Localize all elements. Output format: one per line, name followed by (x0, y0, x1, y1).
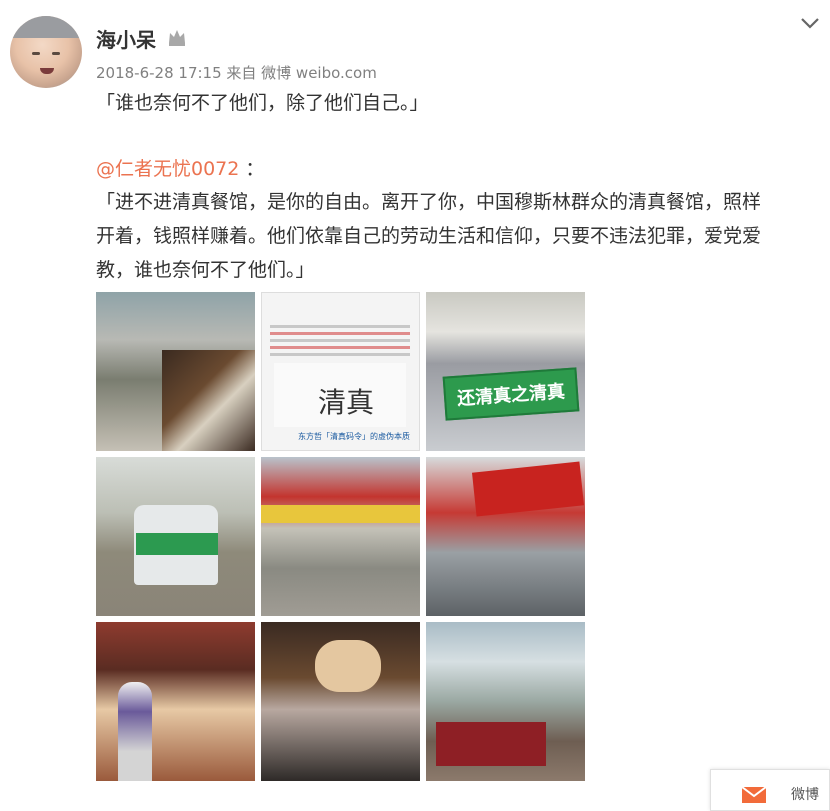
avatar-eye (52, 52, 60, 55)
floating-message-bar[interactable]: 微博 (710, 769, 830, 811)
mail-icon (741, 786, 767, 803)
username[interactable]: 海小呆 (96, 24, 156, 53)
photo-grid: 清真 东方哲「清真码令」的虚伪本质 还清真之清真 (96, 292, 585, 781)
person-shape (118, 682, 152, 781)
post-meta: 2018-6-28 17:15 来自 微博 weibo.com (96, 64, 377, 82)
banner-text: 还清真之清真 (442, 367, 580, 421)
photo-thumbnail[interactable] (261, 457, 420, 616)
mention-line: @仁者无忧0072 ： (96, 152, 264, 186)
post-text: 「谁也奈何不了他们，除了他们自己。」 (96, 92, 429, 114)
shop-sign (471, 461, 585, 517)
avatar-hair (10, 16, 82, 38)
photo-thumbnail[interactable] (96, 292, 255, 451)
shop-sign (261, 505, 420, 523)
mention-link[interactable]: @仁者无忧0072 (96, 158, 239, 180)
photo-thumbnail[interactable] (96, 622, 255, 781)
avatar[interactable] (10, 16, 82, 88)
float-bar-label: 微博 (791, 787, 819, 803)
avatar-eye (32, 52, 40, 55)
crown-icon[interactable] (166, 27, 188, 47)
word-cloud-main: 清真 (318, 386, 375, 419)
text-lines (270, 321, 410, 360)
quoted-text: 「进不进清真餐馆，是你的自由。离开了你，中国穆斯林群众的清真餐馆，照样 开着，钱… (96, 185, 816, 287)
photo-thumbnail[interactable]: 清真 东方哲「清真码令」的虚伪本质 (261, 292, 420, 451)
quoted-line: 「进不进清真餐馆，是你的自由。离开了你，中国穆斯林群众的清真餐馆，照样 (96, 191, 762, 213)
quoted-line: 开着，钱照样赚着。他们依靠自己的劳动生活和信仰，只要不违法犯罪，爱党爱 (96, 225, 762, 247)
mention-colon: ： (245, 158, 265, 180)
photo-thumbnail[interactable] (261, 622, 420, 781)
banner-shape (136, 533, 218, 555)
photo-thumbnail[interactable] (426, 622, 585, 781)
word-cloud: 清真 (274, 363, 406, 427)
quoted-line: 教，谁也奈何不了他们。」 (96, 259, 315, 281)
avatar-mouth (40, 68, 54, 74)
photo-thumbnail[interactable] (96, 457, 255, 616)
chevron-down-icon[interactable] (800, 16, 820, 30)
photo-thumbnail[interactable] (426, 457, 585, 616)
photo-inset (162, 350, 255, 451)
photo-thumbnail[interactable]: 还清真之清真 (426, 292, 585, 451)
cart-shape (436, 722, 546, 766)
bag-shape (315, 640, 381, 692)
photo-caption: 东方哲「清真码令」的虚伪本质 (298, 432, 410, 441)
